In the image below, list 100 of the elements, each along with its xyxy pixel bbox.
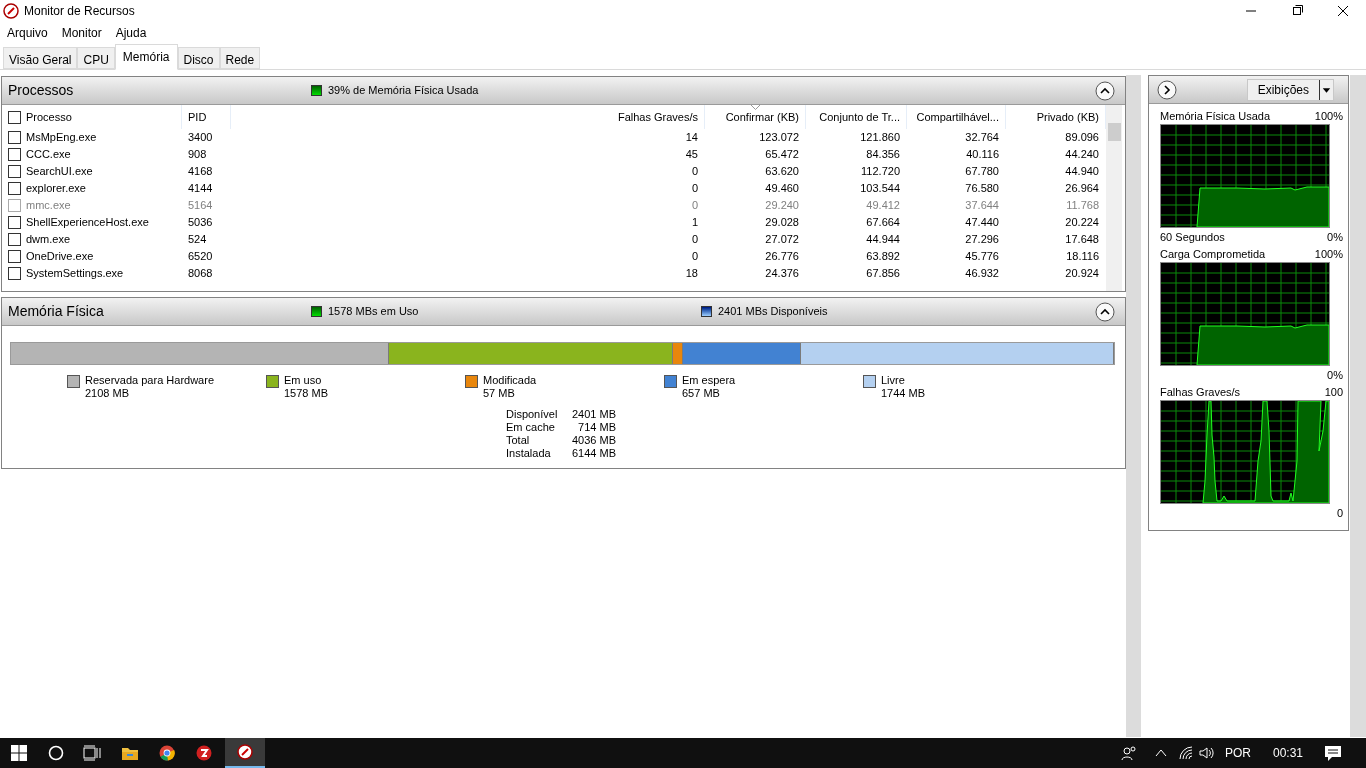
table-cell-text: 47.440 xyxy=(964,215,1000,231)
legend-label: Livre xyxy=(881,374,906,387)
table-cell-text: 40.116 xyxy=(965,147,1000,163)
checkbox[interactable] xyxy=(8,148,21,161)
graph-title: Falhas Graves/s xyxy=(1160,384,1241,400)
table-cell-text: ShellExperienceHost.exe xyxy=(26,215,149,231)
notifications-icon[interactable] xyxy=(1325,745,1341,761)
table-cell-text: 49.412 xyxy=(865,198,901,214)
scrollbar-thumb[interactable] xyxy=(1107,123,1121,141)
checkbox[interactable] xyxy=(8,250,21,263)
column-header[interactable]: Processo xyxy=(26,108,72,126)
column-header[interactable]: Confirmar (KB) xyxy=(705,105,806,129)
legend-label: Reservada para Hardware xyxy=(85,374,214,387)
dropdown-arrow-icon[interactable] xyxy=(1319,79,1333,100)
tab[interactable]: Rede xyxy=(219,47,261,69)
resource-monitor-taskbar-button[interactable] xyxy=(225,738,265,768)
table-cell-text: 63.620 xyxy=(764,164,800,180)
table-cell-text: 45.776 xyxy=(964,249,1000,265)
stat-label: Total xyxy=(506,434,531,447)
table-cell-text: MsMpEng.exe xyxy=(26,130,97,146)
speaker-icon[interactable] xyxy=(1198,746,1215,760)
table-cell-text: 67.664 xyxy=(865,215,901,231)
chevron-up-icon[interactable] xyxy=(1154,748,1167,758)
checkbox[interactable] xyxy=(8,165,21,178)
checkbox[interactable] xyxy=(8,131,21,144)
graph-title: Memória Física Usada xyxy=(1160,108,1271,124)
chrome-icon[interactable] xyxy=(159,745,175,761)
table-cell-text: 89.096 xyxy=(1064,130,1100,146)
collapse-icon[interactable] xyxy=(1095,80,1115,101)
in-use-summary: 1578 MBs em Uso xyxy=(328,304,419,320)
stat-value: 2401 MB xyxy=(570,408,616,421)
table-cell-text: 908 xyxy=(187,147,208,163)
tab[interactable]: CPU xyxy=(77,47,115,69)
table-cell-text: OneDrive.exe xyxy=(26,249,94,265)
table-cell-text: 8068 xyxy=(187,266,214,282)
windows-start-icon[interactable] xyxy=(11,745,27,761)
column-header[interactable]: Falhas Graves/s xyxy=(231,105,705,129)
app-icon[interactable] xyxy=(237,744,253,760)
menu-item[interactable]: Monitor xyxy=(54,24,109,42)
graph-max-label: 100% xyxy=(1314,246,1343,262)
legend-swatch xyxy=(311,306,322,317)
table-cell-text: 5036 xyxy=(187,215,214,231)
app-icon xyxy=(3,3,19,19)
table-cell-text: SystemSettings.exe xyxy=(26,266,124,282)
table-cell-text: SearchUI.exe xyxy=(26,164,93,180)
checkbox[interactable] xyxy=(8,267,21,280)
table-cell-text: 0 xyxy=(690,249,699,265)
table-cell-text: 14 xyxy=(684,130,699,146)
tab[interactable]: Visão Geral xyxy=(3,47,78,69)
table-cell-text: 65.472 xyxy=(764,147,800,163)
people-icon[interactable] xyxy=(1120,745,1137,761)
panel-header[interactable]: Memória Física 1578 MBs em Uso 2401 MBs Disponíveis xyxy=(2,298,1125,326)
wifi-icon[interactable] xyxy=(1178,746,1193,760)
table-cell-text: 44.944 xyxy=(865,232,901,248)
column-header[interactable]: Compartilhável... xyxy=(907,105,1006,129)
table-cell-text: 20.924 xyxy=(1064,266,1100,282)
checkbox[interactable] xyxy=(8,110,21,124)
table-cell-text: 76.580 xyxy=(964,181,1000,197)
legend-label: Em espera xyxy=(682,374,736,387)
legend-swatch xyxy=(311,85,322,96)
views-button[interactable]: Exibições xyxy=(1246,78,1334,101)
table-cell-text: 4168 xyxy=(187,164,214,180)
graph-min-label: 0 xyxy=(1336,505,1343,521)
available-summary: 2401 MBs Disponíveis xyxy=(718,304,828,320)
expand-icon[interactable] xyxy=(1157,79,1177,100)
legend-value: 1744 MB xyxy=(881,387,926,400)
graph-max-label: 100% xyxy=(1314,108,1343,124)
menu-item[interactable]: Ajuda xyxy=(108,24,154,42)
legend-value: 657 MB xyxy=(682,387,721,400)
table-cell-text: 29.240 xyxy=(764,198,800,214)
legend-swatch xyxy=(701,306,712,317)
checkbox[interactable] xyxy=(8,233,21,246)
folder-icon[interactable] xyxy=(121,745,139,761)
table-cell-text: 67.856 xyxy=(865,266,901,282)
column-header[interactable]: PID xyxy=(182,105,231,129)
scrollbar[interactable] xyxy=(1126,75,1141,737)
table-cell-text: 5164 xyxy=(187,198,214,214)
menu-item[interactable]: Arquivo xyxy=(0,24,55,42)
search-icon[interactable] xyxy=(48,745,64,761)
legend-label: Modificada xyxy=(483,374,537,387)
table-cell-text: mmc.exe xyxy=(26,198,71,214)
language-indicator[interactable]: POR xyxy=(1224,744,1251,762)
table-cell-text: 6520 xyxy=(187,249,214,265)
tab[interactable]: Memória xyxy=(114,44,178,70)
table-cell-text: 11.768 xyxy=(1065,198,1100,214)
scrollbar[interactable] xyxy=(1106,105,1122,291)
scrollbar[interactable] xyxy=(1350,75,1366,737)
tab[interactable]: Disco xyxy=(177,47,220,69)
task-view-icon[interactable] xyxy=(83,745,101,761)
checkbox[interactable] xyxy=(8,182,21,195)
column-header[interactable]: Conjunto de Tr... xyxy=(806,105,907,129)
panel-header[interactable]: Processos 39% de Memória Física Usada xyxy=(2,77,1125,105)
table-cell-text: 26.776 xyxy=(764,249,800,265)
checkbox[interactable] xyxy=(8,216,21,229)
time-span-label: 60 Segundos xyxy=(1160,229,1225,245)
app-icon[interactable] xyxy=(196,745,212,761)
table-cell-text: 112.720 xyxy=(860,164,901,180)
collapse-icon[interactable] xyxy=(1095,301,1115,322)
clock[interactable]: 00:31 xyxy=(1272,744,1303,762)
table-cell-text: 1 xyxy=(690,215,699,231)
